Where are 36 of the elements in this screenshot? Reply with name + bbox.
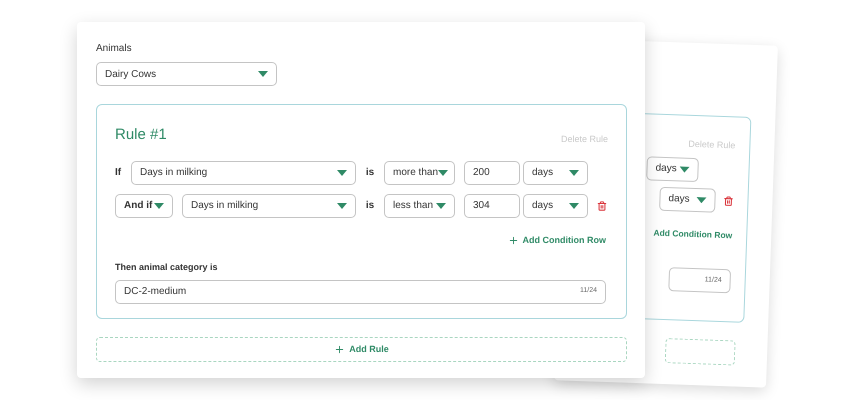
plus-icon	[508, 234, 519, 246]
operator-select[interactable]: less than	[384, 194, 455, 218]
field-select[interactable]: Days in milking	[131, 160, 356, 184]
plus-icon	[334, 344, 346, 355]
trash-icon[interactable]	[723, 196, 734, 206]
caret-icon	[436, 202, 446, 208]
add-rule-button[interactable]: Add Rule	[96, 337, 627, 362]
field-select[interactable]: Days in milking	[182, 194, 356, 218]
is-label: is	[364, 166, 376, 180]
animals-select[interactable]: Dairy Cows	[96, 62, 277, 86]
caret-icon	[679, 166, 690, 172]
value-field[interactable]: 304	[464, 194, 520, 218]
caret-icon	[696, 196, 707, 203]
category-value: DC-2-medium	[124, 285, 186, 299]
is-label: is	[364, 199, 376, 213]
caret-icon	[337, 170, 347, 176]
operator-select[interactable]: more than	[384, 160, 455, 184]
caret-icon	[569, 170, 579, 176]
rule-title: Rule #1	[115, 125, 167, 145]
caret-icon	[438, 170, 448, 176]
unit-select[interactable]: days	[523, 160, 588, 184]
trash-icon[interactable]	[597, 200, 607, 210]
connector-select[interactable]: And if	[115, 194, 173, 218]
value-field[interactable]: 200	[464, 160, 520, 184]
caret-icon	[154, 202, 164, 208]
unit-select[interactable]: days	[523, 194, 588, 218]
condition-label: If	[115, 166, 122, 180]
unit-select[interactable]: days	[646, 156, 699, 182]
add-condition-link[interactable]: Add Condition Row	[653, 226, 732, 242]
caret-icon	[258, 71, 268, 77]
caret-icon	[569, 202, 579, 208]
animals-label: Animals	[96, 42, 133, 56]
result-label: Then animal category is	[115, 261, 219, 274]
add-condition-button[interactable]: Add Condition Row	[508, 234, 606, 247]
unit-select[interactable]: days	[659, 186, 716, 212]
caret-icon	[337, 202, 347, 208]
